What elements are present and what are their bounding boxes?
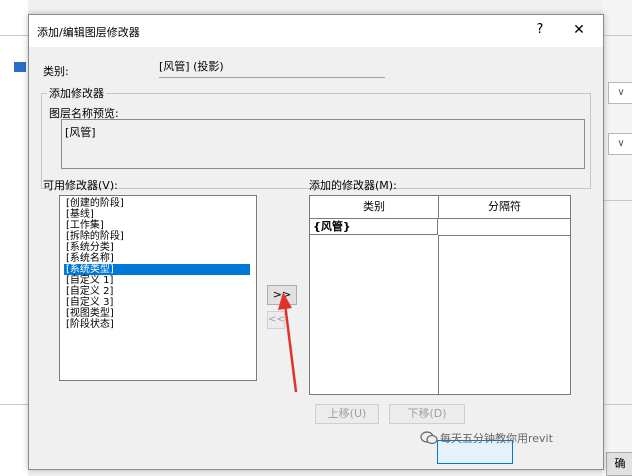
wechat-logo-icon bbox=[420, 431, 438, 445]
column-divider bbox=[438, 235, 439, 394]
add-modifier-button[interactable]: >> bbox=[267, 285, 297, 305]
available-modifiers-label: 可用修改器(V): bbox=[43, 179, 118, 192]
background-confirm-button[interactable]: 确 bbox=[606, 452, 632, 476]
move-up-button[interactable]: 上移(U) bbox=[315, 404, 379, 424]
list-item[interactable]: [基线] bbox=[64, 209, 250, 220]
column-header-category[interactable]: 类别 bbox=[310, 196, 439, 219]
category-label: 类别: bbox=[43, 65, 69, 78]
close-button[interactable]: ✕ bbox=[567, 19, 591, 41]
added-modifiers-table[interactable]: 类别 分隔符 {风管} bbox=[309, 195, 571, 395]
chevron-down-icon: ∨ bbox=[617, 87, 625, 98]
list-item[interactable]: [拆除的阶段] bbox=[64, 231, 250, 242]
list-item[interactable]: [自定义 3] bbox=[64, 297, 250, 308]
list-item[interactable]: [自定义 2] bbox=[64, 286, 250, 297]
list-item[interactable]: [系统分类] bbox=[64, 242, 250, 253]
background-divider bbox=[602, 200, 632, 201]
remove-modifier-button[interactable]: << bbox=[267, 311, 285, 329]
table-cell-separator[interactable] bbox=[439, 219, 570, 236]
background-dropdown[interactable]: ∨ bbox=[608, 133, 632, 155]
background-divider bbox=[0, 404, 28, 405]
watermark-text: 每天五分钟教你用revit bbox=[440, 432, 553, 445]
preview-text: [风管] bbox=[65, 126, 96, 139]
title-bar: 添加/编辑图层修改器 ? ✕ bbox=[29, 15, 603, 47]
background-app-right: ∨ ∨ 确 bbox=[602, 0, 632, 476]
background-dropdown[interactable]: ∨ bbox=[608, 82, 632, 104]
background-selection-marker bbox=[14, 62, 26, 72]
list-item-selected[interactable]: [系统类型] bbox=[64, 264, 250, 275]
chevron-down-icon: ∨ bbox=[617, 138, 625, 149]
move-down-button[interactable]: 下移(D) bbox=[389, 404, 465, 424]
help-button[interactable]: ? bbox=[529, 19, 551, 41]
category-value: [风管] (投影) bbox=[159, 57, 385, 78]
table-cell-category[interactable]: {风管} bbox=[310, 219, 438, 235]
add-modifier-group-title: 添加修改器 bbox=[47, 85, 106, 101]
list-item[interactable]: [阶段状态] bbox=[64, 319, 250, 330]
watermark: 每天五分钟教你用revit bbox=[420, 430, 553, 446]
dialog-title: 添加/编辑图层修改器 bbox=[37, 26, 140, 39]
list-item[interactable]: [自定义 1] bbox=[64, 275, 250, 286]
available-modifiers-list[interactable]: [创建的阶段] [基线] [工作集] [拆除的阶段] [系统分类] [系统名称]… bbox=[59, 195, 257, 381]
list-item[interactable]: [工作集] bbox=[64, 220, 250, 231]
background-divider bbox=[602, 35, 632, 36]
column-header-separator[interactable]: 分隔符 bbox=[439, 196, 570, 219]
list-item[interactable]: [系统名称] bbox=[64, 253, 250, 264]
background-divider bbox=[602, 404, 632, 405]
background-app-left bbox=[0, 0, 28, 476]
layer-modifier-dialog: 添加/编辑图层修改器 ? ✕ 类别: [风管] (投影) 添加修改器 图层名称预… bbox=[28, 14, 604, 470]
added-modifiers-label: 添加的修改器(M): bbox=[309, 179, 397, 192]
background-divider bbox=[0, 35, 28, 36]
list-item[interactable]: [视图类型] bbox=[64, 308, 250, 319]
layer-name-preview: [风管] bbox=[61, 119, 585, 169]
list-item[interactable]: [创建的阶段] bbox=[64, 198, 250, 209]
